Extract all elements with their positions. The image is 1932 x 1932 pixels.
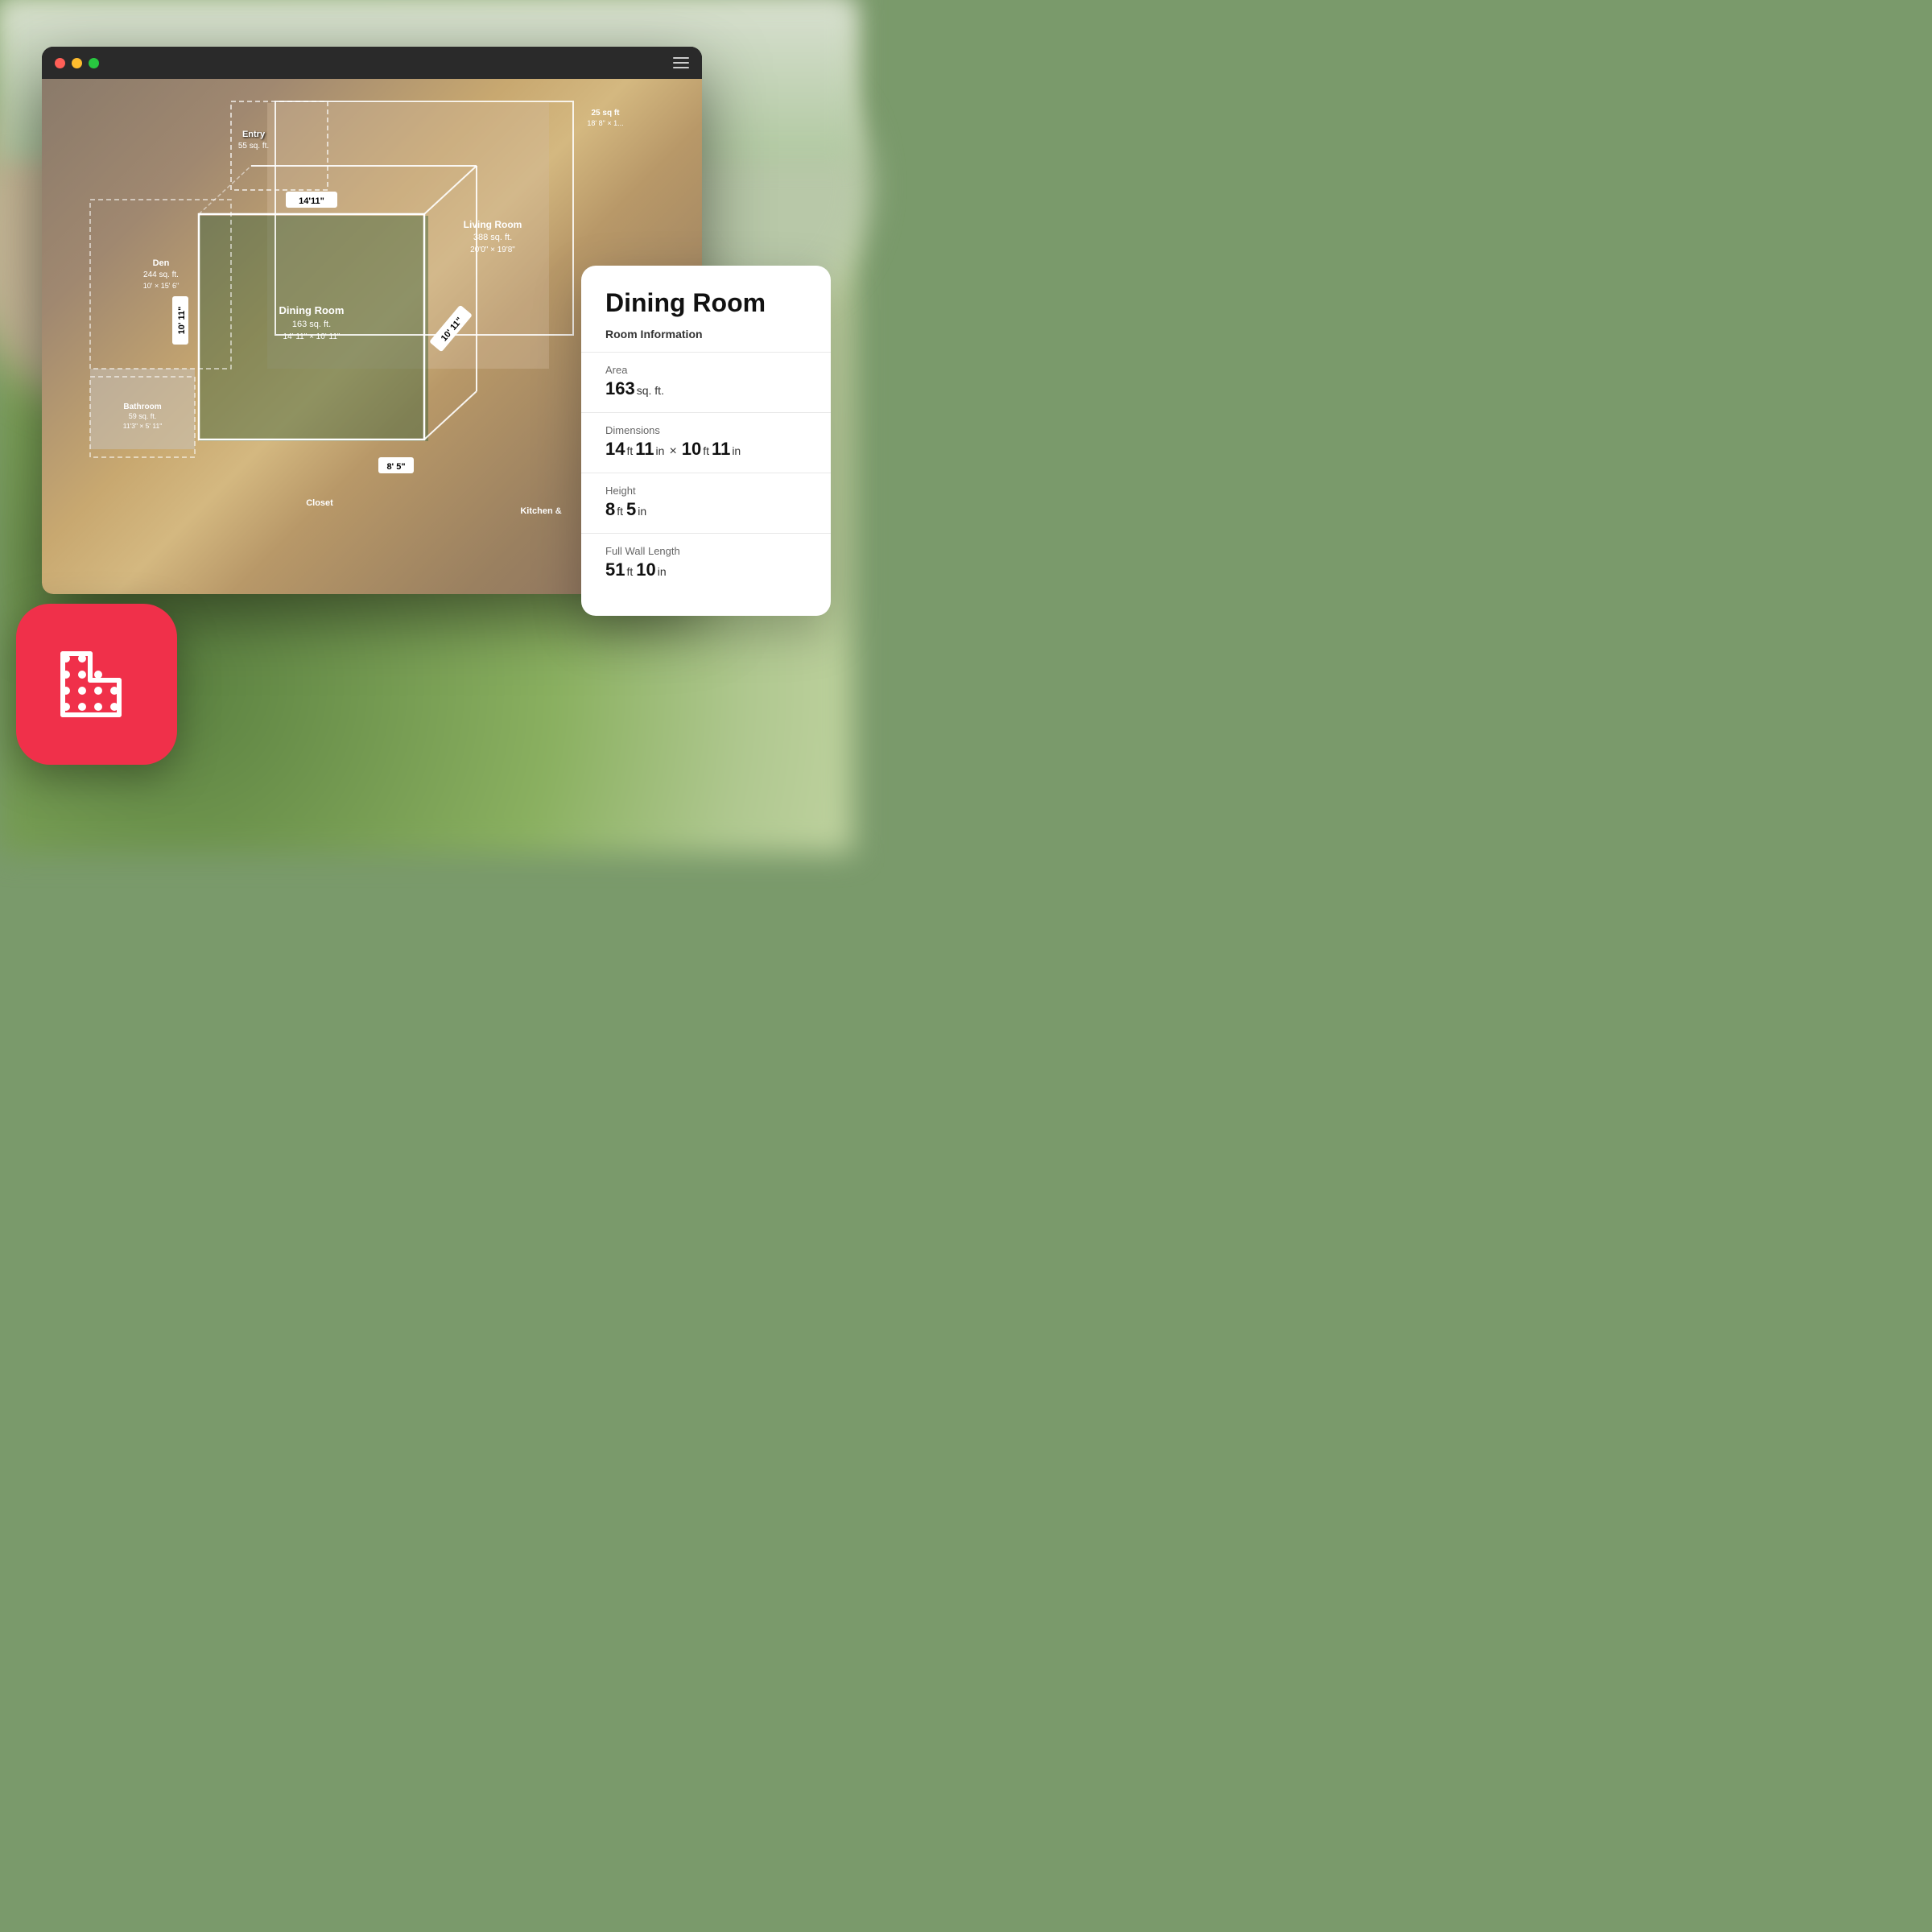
room-title: Dining Room (605, 288, 807, 318)
app-icon (16, 604, 177, 765)
dim-unit-in2: in (732, 444, 741, 457)
dimensions-row: Dimensions 14 ft 11 in × 10 ft 11 in (605, 424, 807, 460)
card-divider-4 (581, 533, 831, 534)
wall-length-label: Full Wall Length (605, 545, 807, 557)
window-dots (55, 58, 99, 68)
dim-ft2: 10 (682, 439, 701, 460)
height-label: Height (605, 485, 807, 497)
maximize-dot[interactable] (89, 58, 99, 68)
floor-icon-svg (48, 636, 145, 733)
dim-in2: 11 (712, 439, 730, 460)
wall-ft-unit: ft (626, 565, 633, 578)
dining-room-fill (199, 216, 428, 441)
dim-in1: 11 (635, 439, 654, 460)
height-ft-unit: ft (617, 505, 623, 518)
wall-ft: 51 (605, 559, 625, 580)
section-title: Room Information (605, 328, 807, 341)
height-in: 5 (626, 499, 636, 520)
card-divider-1 (581, 352, 831, 353)
dimensions-label: Dimensions (605, 424, 807, 436)
wall-length-value: 51 ft 10 in (605, 559, 807, 580)
height-in-unit: in (638, 505, 646, 518)
height-ft: 8 (605, 499, 615, 520)
hamburger-line-3 (673, 67, 689, 68)
minimize-dot[interactable] (72, 58, 82, 68)
dim-unit-ft1: ft (626, 444, 633, 457)
hamburger-line-1 (673, 57, 689, 59)
info-card: Dining Room Room Information Area 163 sq… (581, 266, 831, 616)
height-value: 8 ft 5 in (605, 499, 807, 520)
area-label: Area (605, 364, 807, 376)
bathroom-fill (90, 369, 195, 449)
area-row: Area 163 sq. ft. (605, 364, 807, 399)
wall-in: 10 (636, 559, 655, 580)
dim-unit-ft2: ft (703, 444, 709, 457)
area-value: 163 sq. ft. (605, 378, 807, 399)
close-dot[interactable] (55, 58, 65, 68)
wall-in-unit: in (658, 565, 667, 578)
dim-ft1: 14 (605, 439, 625, 460)
area-value-large: 163 (605, 378, 635, 399)
area-value-unit: sq. ft. (637, 384, 664, 397)
card-divider-2 (581, 412, 831, 413)
height-row: Height 8 ft 5 in (605, 485, 807, 520)
hamburger-line-2 (673, 62, 689, 64)
hamburger-icon[interactable] (673, 57, 689, 68)
dim-unit-in1: in (656, 444, 665, 457)
dimensions-value: 14 ft 11 in × 10 ft 11 in (605, 439, 807, 460)
dim-separator: × (669, 444, 676, 459)
wall-length-row: Full Wall Length 51 ft 10 in (605, 545, 807, 580)
window-titlebar (42, 47, 702, 79)
